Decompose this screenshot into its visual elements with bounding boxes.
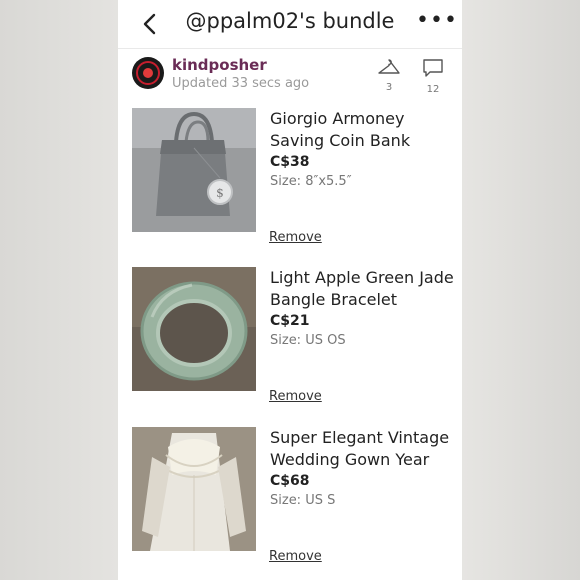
hanger-icon [378, 59, 400, 74]
item-title[interactable]: Super Elegant Vintage Wedding Gown Year [270, 427, 460, 471]
background-right [462, 0, 580, 580]
item-price: C$38 [270, 154, 310, 170]
page-title: @ppalm02's bundle [185, 9, 395, 33]
remove-button[interactable]: Remove [269, 389, 322, 404]
more-options-button[interactable]: ••• [416, 10, 457, 34]
seller-updated-time: Updated 33 secs ago [172, 76, 310, 91]
remove-button[interactable]: Remove [269, 549, 322, 564]
item-price: C$21 [270, 313, 310, 329]
item-size: Size: 8″x5.5″ [270, 174, 352, 189]
comments-button[interactable]: 12 [418, 58, 448, 95]
comments-count: 12 [426, 84, 440, 95]
item-title[interactable]: Light Apple Green Jade Bangle Bracelet [270, 267, 460, 311]
bundle-screen: @ppalm02's bundle ••• kindposher Updated… [118, 0, 462, 580]
bundle-item: Super Elegant Vintage Wedding Gown Year … [132, 427, 452, 575]
item-image-jade-bangle[interactable] [132, 267, 256, 391]
background-left [0, 0, 118, 580]
item-price: C$68 [270, 473, 310, 489]
back-button[interactable] [140, 10, 160, 38]
seller-name[interactable]: kindposher [172, 56, 267, 74]
comment-icon [423, 59, 443, 77]
item-image-coin-bank[interactable]: $ [132, 108, 256, 232]
item-image-wedding-gown[interactable] [132, 427, 256, 551]
bundle-item: Light Apple Green Jade Bangle Bracelet C… [132, 267, 454, 415]
item-size: Size: US S [270, 493, 336, 508]
header: @ppalm02's bundle ••• [118, 0, 462, 49]
bundle-item: $ Giorgio Armoney Saving Coin Bank C$38 … [132, 108, 452, 256]
remove-button[interactable]: Remove [269, 230, 322, 245]
item-size: Size: US OS [270, 333, 346, 348]
svg-text:$: $ [216, 186, 224, 200]
likes-count: 3 [385, 82, 393, 93]
more-options-icon: ••• [416, 8, 458, 33]
seller-avatar[interactable] [132, 57, 164, 89]
chevron-left-icon [143, 13, 156, 35]
likes-button[interactable]: 3 [374, 58, 404, 93]
seller-row: kindposher Updated 33 secs ago 3 12 [118, 52, 462, 100]
item-title[interactable]: Giorgio Armoney Saving Coin Bank [270, 108, 460, 152]
